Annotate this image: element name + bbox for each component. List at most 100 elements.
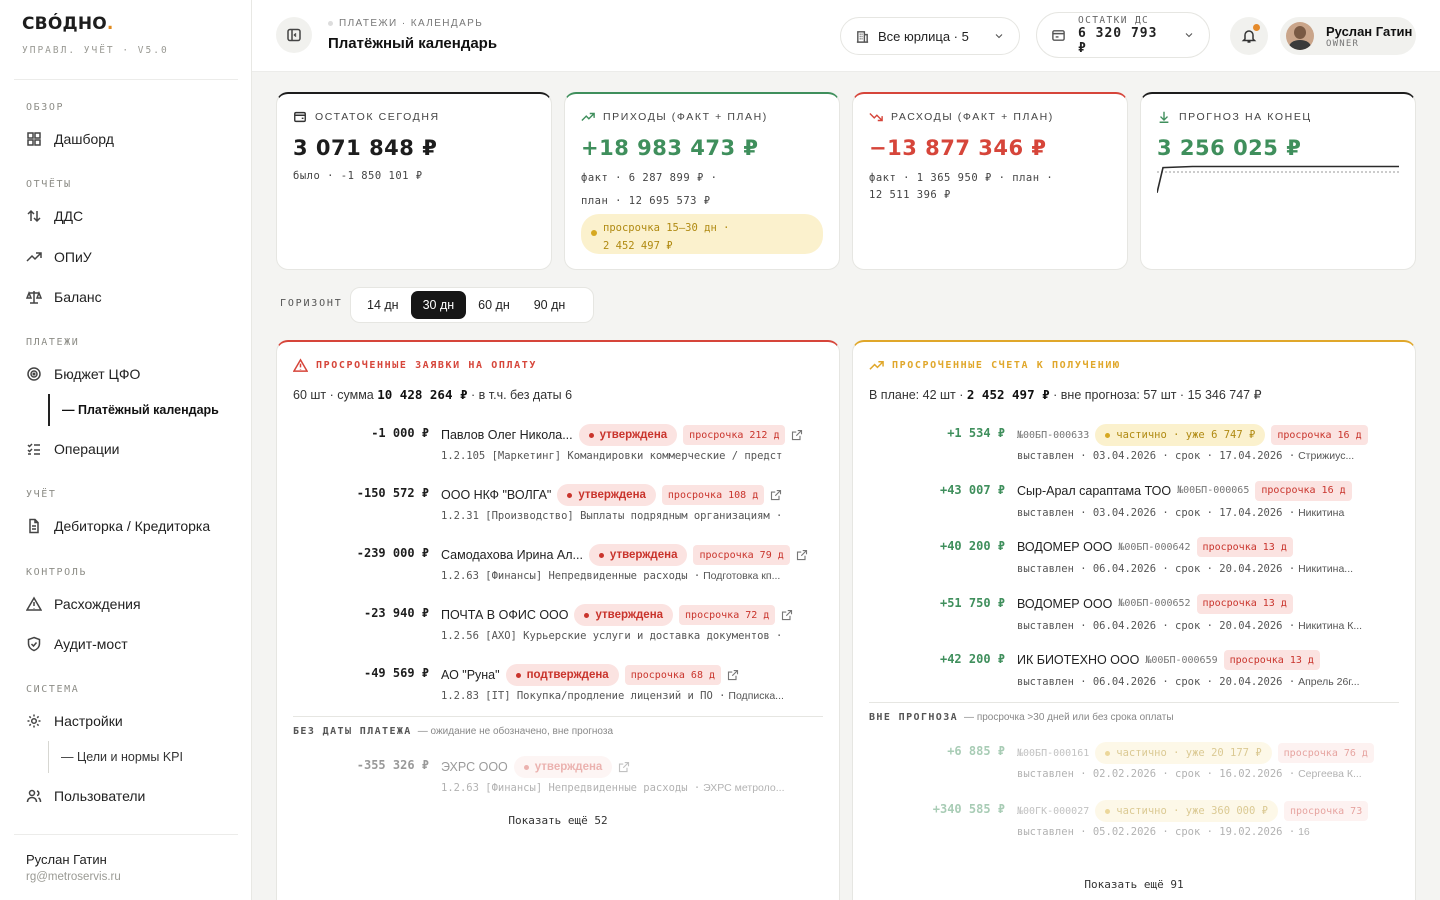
table-row[interactable]: -239 000 ₽ Самодахова Ирина Ал... утвержде… xyxy=(277,544,839,596)
status-badge: утверждена xyxy=(578,424,678,446)
status-badge: утверждена xyxy=(588,544,688,566)
status-badge: утверждена xyxy=(574,604,674,626)
entities-select[interactable]: Все юрлица · 5 xyxy=(840,17,1020,55)
outside-forecast-title: ВНЕ ПРОГНОЗА — просрочка >30 дней или без… xyxy=(869,712,1174,723)
row-description: 1.2.63 [Финансы] Непредвиденные расходы … xyxy=(441,570,781,582)
row-dates: выставлен · 03.04.2026 · срок · 17.04.20… xyxy=(1017,506,1345,519)
partial-badge: частично · уже 360 000 ₽ xyxy=(1095,800,1278,822)
external-link-icon[interactable] xyxy=(618,761,630,773)
external-link-icon[interactable] xyxy=(727,669,739,681)
nodate-section-title: БЕЗ ДАТЫ ПЛАТЕЖА — ожидание не обозначено… xyxy=(293,726,614,737)
row-counterparty: ООО НКФ "ВОЛГА" xyxy=(441,488,552,502)
collapse-sidebar-button[interactable] xyxy=(276,17,312,53)
table-row[interactable]: -150 572 ₽ ООО НКФ "ВОЛГА" утверждена проср… xyxy=(277,484,839,536)
sidebar-item-operations[interactable]: Операции xyxy=(26,441,120,457)
sidebar-item-debt[interactable]: Дебиторка / Кредиторка xyxy=(26,518,210,534)
section-overview: ОБЗОР xyxy=(26,102,65,113)
user-role: OWNER xyxy=(1326,38,1360,49)
sidebar-item-settings[interactable]: Настройки xyxy=(26,713,123,729)
kpi-value: 3 256 025 ₽ xyxy=(1157,136,1302,160)
tab-30-days[interactable]: 30 дн xyxy=(410,291,467,319)
row-amount: -150 572 ₽ xyxy=(356,486,429,500)
checklist-icon xyxy=(27,443,40,455)
kpi-fact: факт · 1 365 950 ₽ · план · xyxy=(869,172,1054,184)
section-payments: ПЛАТЕЖИ xyxy=(26,337,80,348)
balance-label: ОСТАТКИ ДС xyxy=(1077,14,1150,26)
kpi-expense: РАСХОДЫ (ФАКТ + ПЛАН) −13 877 346 ₽ факт… xyxy=(852,92,1128,270)
show-more-button[interactable]: Показать ещё 91 xyxy=(853,878,1415,891)
table-row[interactable]: +6 885 ₽ №00БП-000161 частично · уже 20 17… xyxy=(853,742,1415,794)
row-description: 1.2.56 [АХО] Курьерские услуги и доставк… xyxy=(441,630,783,642)
app-logo[interactable]: СВÓДНО. xyxy=(22,14,114,34)
invoice-number: №00БП-000161 xyxy=(1017,747,1090,759)
breadcrumb: ПЛАТЕЖИ · КАЛЕНДАРЬ xyxy=(328,18,483,29)
tab-14-days[interactable]: 14 дн xyxy=(355,291,411,319)
table-row[interactable]: +40 200 ₽ ВОДОМЕР ООО №00БП-000642 просрочк… xyxy=(853,537,1415,589)
table-row[interactable]: +340 585 ₽ №00ГК-000027 частично · уже 360… xyxy=(853,800,1415,852)
shield-icon xyxy=(27,636,41,652)
kpi-plan: 12 511 396 ₽ xyxy=(869,189,951,201)
sidebar-item-budget[interactable]: Бюджет ЦФО xyxy=(26,366,140,382)
table-row[interactable]: -1 000 ₽ Павлов Олег Никола... утверждена п… xyxy=(277,424,839,476)
row-amount: +43 007 ₽ xyxy=(939,482,1005,497)
tab-90-days[interactable]: 90 дн xyxy=(522,291,578,319)
kpi-value: 3 071 848 ₽ xyxy=(293,136,438,160)
invoice-number: №00БП-000659 xyxy=(1145,654,1218,666)
external-link-icon[interactable] xyxy=(796,549,808,561)
row-counterparty: ВОДОМЕР ООО xyxy=(1017,540,1113,554)
kpi-today-balance: ОСТАТОК СЕГОДНЯ 3 071 848 ₽ было · -1 85… xyxy=(276,92,552,270)
status-badge: подтверждена xyxy=(505,664,619,686)
sidebar-item-balance[interactable]: Баланс xyxy=(26,289,102,305)
row-amount: +1 534 ₽ xyxy=(947,426,1005,440)
show-more-button[interactable]: Показать ещё 52 xyxy=(277,814,839,827)
kpi-income: ПРИХОДЫ (ФАКТ + ПЛАН) +18 983 473 ₽ факт… xyxy=(564,92,840,270)
row-amount: -239 000 ₽ xyxy=(356,546,429,560)
forecast-sparkline xyxy=(1157,165,1399,193)
overdue-badge: просрочка 79 д xyxy=(693,545,790,565)
table-row[interactable]: -49 569 ₽ АО "Руна" подтверждена просрочка … xyxy=(277,664,839,716)
cash-balance-select[interactable]: ОСТАТКИ ДС 6 320 793 ₽ xyxy=(1036,12,1210,58)
external-link-icon[interactable] xyxy=(770,489,782,501)
scales-icon xyxy=(26,290,42,304)
arrows-updown-icon xyxy=(27,209,41,223)
sidebar-item-discrepancies[interactable]: Расхождения xyxy=(26,596,141,612)
external-link-icon[interactable] xyxy=(791,429,803,441)
row-description: 1.2.31 [Производство] Выплаты подрядным … xyxy=(441,510,783,522)
row-counterparty: ВОДОМЕР ООО xyxy=(1017,596,1113,611)
external-link-icon[interactable] xyxy=(781,609,793,621)
horizon-label: ГОРИЗОНТ xyxy=(280,298,343,309)
table-row[interactable]: +51 750 ₽ ВОДОМЕР ООО №00БП-000652 просрочк… xyxy=(853,593,1415,646)
overdue-badge: просрочка 16 д xyxy=(1271,425,1368,445)
panel-title: ПРОСРОЧЕННЫЕ ЗАЯВКИ НА ОПЛАТУ xyxy=(316,360,537,371)
panel-summary: 60 шт · сумма 10 428 264 ₽ · в т.ч. без … xyxy=(293,387,573,402)
table-row[interactable]: -355 326 ₽ ЭХРС ООО утверждена 1.2.63 [Ф… xyxy=(277,756,839,806)
row-amount: +340 585 ₽ xyxy=(932,802,1005,816)
table-row[interactable]: -23 940 ₽ ПОЧТА В ОФИС ООО утверждена проср… xyxy=(277,604,839,656)
divider xyxy=(293,716,823,717)
status-badge: утверждена xyxy=(557,484,656,506)
user-menu[interactable]: Руслан Гатин OWNER xyxy=(1280,17,1416,55)
warning-dot xyxy=(591,230,597,236)
section-control: КОНТРОЛЬ xyxy=(26,567,87,578)
row-dates: выставлен · 06.04.2026 · срок · 20.04.20… xyxy=(1017,563,1354,575)
sidebar-item-payment-calendar[interactable]: — Платёжный календарь xyxy=(48,394,219,426)
sidebar-user-name: Руслан Гатин xyxy=(26,852,107,867)
sidebar-item-kpi[interactable]: — Цели и нормы KPI xyxy=(48,741,183,773)
sidebar-item-opiu[interactable]: ОПиУ xyxy=(26,249,92,265)
overdue-warning-badge[interactable]: просрочка 15–30 дн · 2 452 497 ₽ xyxy=(581,214,823,254)
table-row[interactable]: +43 007 ₽ Сыр-Арал сарaптама ТОО №00БП-000… xyxy=(853,480,1415,533)
tab-60-days[interactable]: 60 дн xyxy=(466,291,522,319)
gear-icon xyxy=(27,714,41,728)
table-row[interactable]: +42 200 ₽ ИК БИОТЕХНО ООО №00БП-000659 прос… xyxy=(853,650,1415,702)
overdue-badge: просрочка 68 д xyxy=(624,665,722,685)
notifications-button[interactable] xyxy=(1230,17,1268,55)
overdue-badge: просрочка 73 xyxy=(1283,801,1369,821)
sparkline-path xyxy=(1157,165,1399,193)
sidebar-item-users[interactable]: Пользователи xyxy=(26,788,145,804)
sidebar-item-audit[interactable]: Аудит-мост xyxy=(26,636,128,652)
row-dates: выставлен · 03.04.2026 · срок · 17.04.20… xyxy=(1017,450,1355,462)
sidebar-item-dds[interactable]: ДДС xyxy=(26,208,83,224)
sidebar-item-dashboard[interactable]: Дашборд xyxy=(26,131,114,147)
row-description: 1.2.105 [Маркетинг] Командировки коммерч… xyxy=(441,450,783,462)
table-row[interactable]: +1 534 ₽ №00БП-000633 частично · уже 6 747… xyxy=(853,424,1415,476)
